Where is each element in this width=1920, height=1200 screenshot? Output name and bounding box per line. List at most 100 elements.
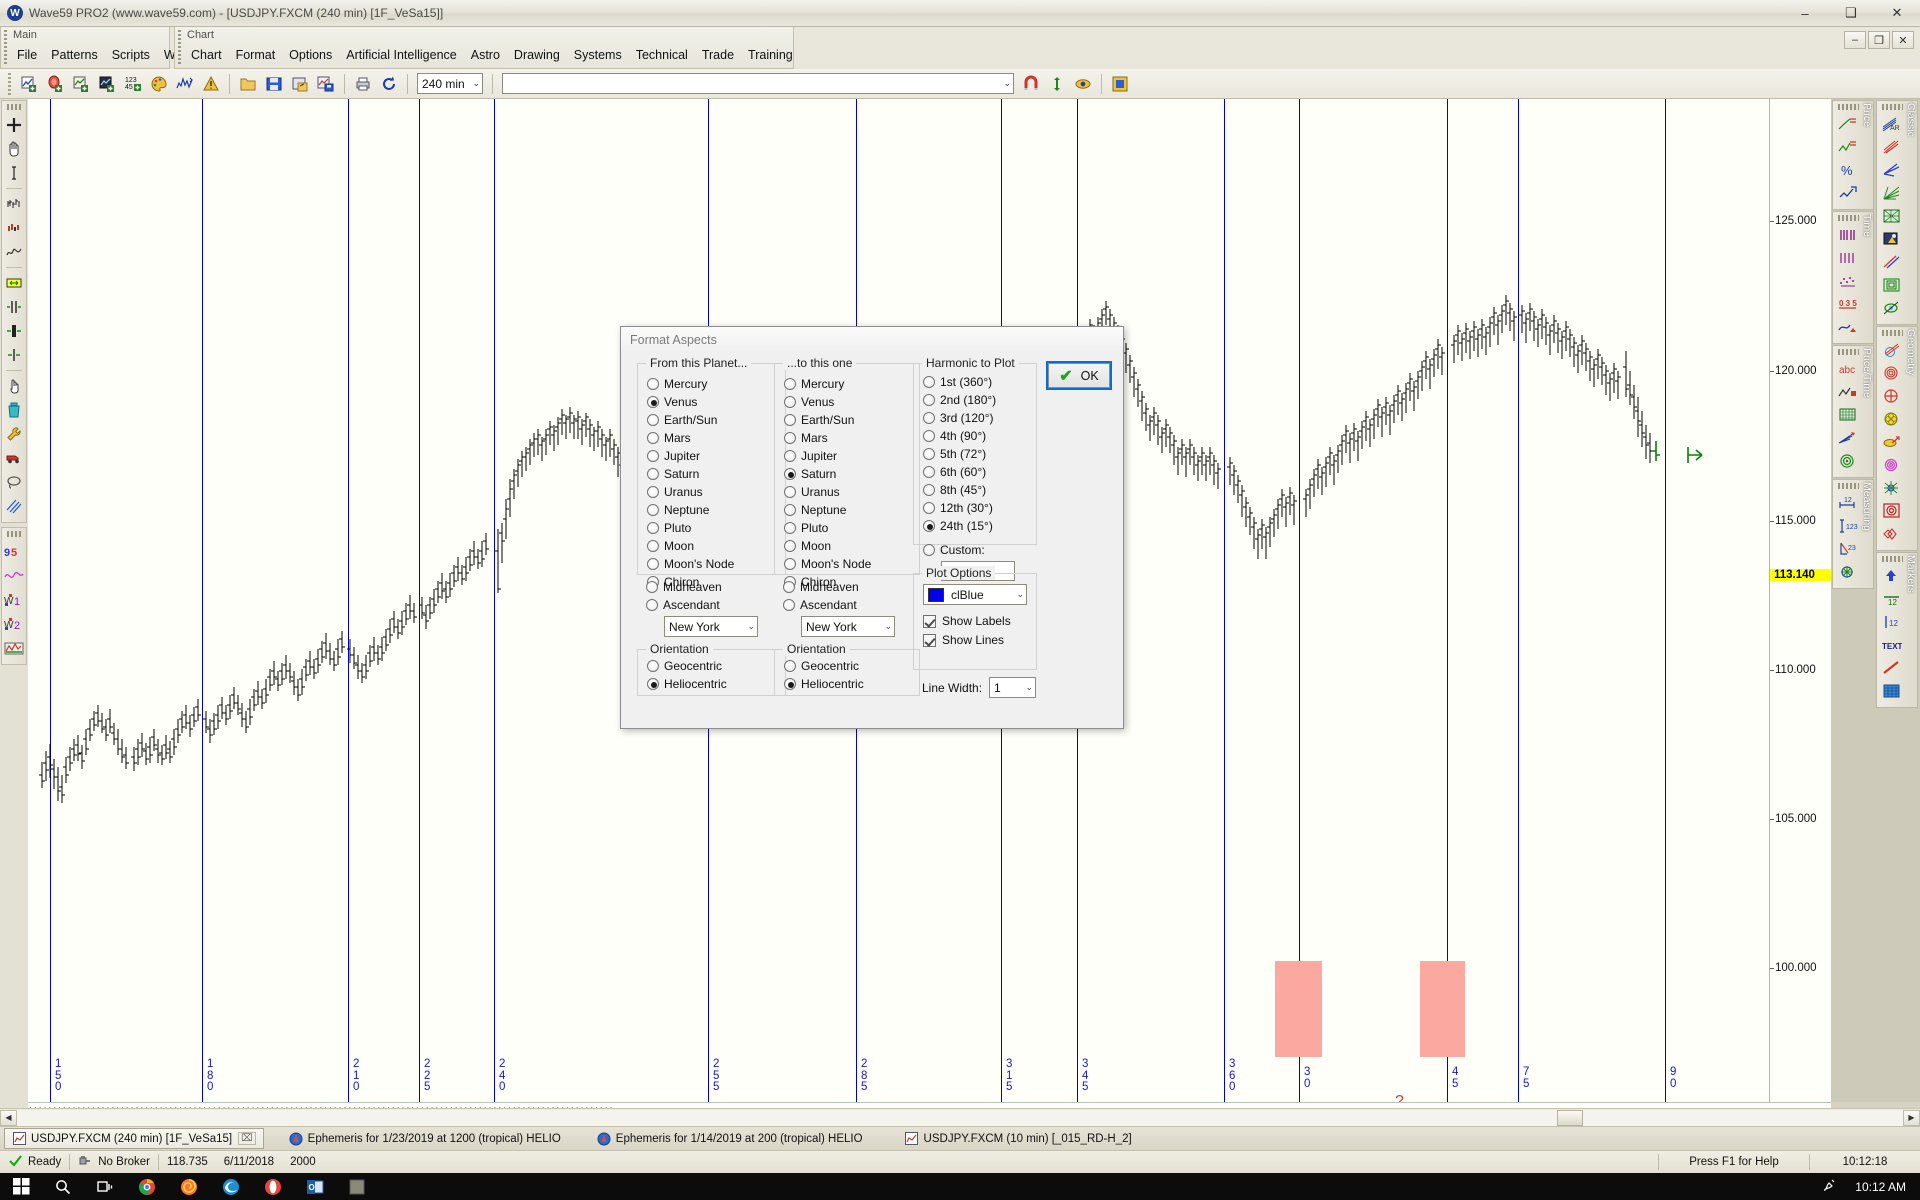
trend-arrow-icon[interactable] <box>1836 181 1860 204</box>
pen-icon[interactable] <box>1821 1177 1837 1196</box>
crosshair-icon[interactable] <box>2 113 26 137</box>
expand-both-icon[interactable] <box>2 295 26 319</box>
show-lines-checkbox[interactable]: Show Lines <box>923 632 1036 648</box>
main-menu-grip[interactable] <box>4 30 7 64</box>
menu-item-format[interactable]: Format <box>229 45 283 65</box>
trash-icon[interactable] <box>2 398 26 422</box>
pink-spiral-icon[interactable] <box>1880 453 1904 476</box>
start-icon[interactable] <box>0 1173 42 1200</box>
eye-icon[interactable] <box>1071 72 1095 96</box>
save-as-icon[interactable] <box>288 72 312 96</box>
to-planet-mercury[interactable]: Mercury <box>784 376 919 392</box>
group-grip[interactable] <box>1838 483 1859 489</box>
mdi-close-button[interactable]: ✕ <box>1892 31 1914 49</box>
price-zigzag-icon[interactable] <box>1836 135 1860 158</box>
save-icon[interactable] <box>262 72 286 96</box>
scrollbar-track[interactable] <box>17 1109 1903 1126</box>
to-planet-neptune[interactable]: Neptune <box>784 502 919 518</box>
magnet-icon[interactable] <box>1019 72 1043 96</box>
star-web-icon[interactable] <box>1880 476 1904 499</box>
nine-five-icon[interactable]: 95 <box>2 540 26 564</box>
new-chart-icon[interactable] <box>17 72 41 96</box>
center-icon[interactable] <box>2 343 26 367</box>
interval-select[interactable]: 240 min ⌄ <box>417 73 483 94</box>
time-curve-icon[interactable] <box>1836 315 1860 338</box>
harmonic-5th[interactable]: 5th (72°) <box>923 446 1036 462</box>
harmonic-2nd[interactable]: 2nd (180°) <box>923 392 1036 408</box>
from-orientation-heliocentric[interactable]: Heliocentric <box>647 676 785 692</box>
concentric-circles-icon[interactable] <box>1880 361 1904 384</box>
group-grip[interactable] <box>1882 556 1903 562</box>
cursor-icon[interactable] <box>2 161 26 185</box>
minimize-button[interactable]: – <box>1782 0 1828 26</box>
from-planet-jupiter[interactable]: Jupiter <box>647 448 785 464</box>
palette-icon[interactable] <box>147 72 171 96</box>
parallel-channel-icon[interactable] <box>1880 250 1904 273</box>
chrome-icon[interactable] <box>126 1173 168 1200</box>
from-ascendant[interactable]: Ascendant <box>646 597 786 613</box>
window-tab-ephemeris-1-23[interactable]: Ephemeris for 1/23/2019 at 1200 (tropica… <box>282 1128 568 1149</box>
ellipse-arrow-icon[interactable] <box>1880 430 1904 453</box>
from-planet-venus[interactable]: Venus <box>647 394 785 410</box>
edge-icon[interactable] <box>210 1173 252 1200</box>
to-midheaven[interactable]: Midheaven <box>783 579 920 595</box>
group-grip[interactable] <box>1838 104 1859 110</box>
to-planet-moons-node[interactable]: Moon's Node <box>784 556 919 572</box>
horizontal-scrollbar[interactable]: ◀ ▶ <box>0 1108 1920 1126</box>
flower-icon[interactable] <box>1880 407 1904 430</box>
search-icon[interactable] <box>42 1173 84 1200</box>
numbers-icon[interactable]: 123 45 <box>121 72 145 96</box>
trendline-icon[interactable] <box>1880 656 1904 679</box>
to-planet-mars[interactable]: Mars <box>784 430 919 446</box>
harmonic-custom[interactable]: Custom: <box>923 542 1036 558</box>
scroll-left-button[interactable]: ◀ <box>0 1109 17 1126</box>
to-planet-moon[interactable]: Moon <box>784 538 919 554</box>
wrench-icon[interactable] <box>2 422 26 446</box>
circles-icon[interactable] <box>1880 338 1904 361</box>
window-tab-usdjpy-10[interactable]: USDJPY.FXCM (10 min) [_015_RD-H_2] <box>898 1128 1139 1149</box>
to-planet-earth-sun[interactable]: Earth/Sun <box>784 412 919 428</box>
speed-lines-icon[interactable] <box>1880 135 1904 158</box>
square-spiral-icon[interactable] <box>1880 273 1904 296</box>
menu-item-astro[interactable]: Astro <box>464 45 507 65</box>
measure-horizontal-icon[interactable]: 12 <box>1836 491 1860 514</box>
mdi-restore-button[interactable]: ❐ <box>1868 31 1890 49</box>
pointer-hand-icon[interactable] <box>2 374 26 398</box>
span-measure-icon[interactable] <box>2 271 26 295</box>
opera-icon[interactable] <box>252 1173 294 1200</box>
from-planet-earth-sun[interactable]: Earth/Sun <box>647 412 785 428</box>
time-lines-icon[interactable] <box>1836 246 1860 269</box>
to-planet-pluto[interactable]: Pluto <box>784 520 919 536</box>
compress-icon[interactable] <box>2 319 26 343</box>
grid-icon[interactable] <box>1836 403 1860 426</box>
copy-chart-icon[interactable] <box>69 72 93 96</box>
refresh-icon[interactable] <box>377 72 401 96</box>
measure-compass-icon[interactable] <box>1836 560 1860 583</box>
show-labels-checkbox[interactable]: Show Labels <box>923 613 1036 629</box>
sine-wave-icon[interactable] <box>2 564 26 588</box>
taskbar-clock[interactable]: 10:12 AM <box>1855 1180 1906 1194</box>
percent-icon[interactable]: % <box>1836 158 1860 181</box>
menu-item-artificial-intelligence[interactable]: Artificial Intelligence <box>339 45 463 65</box>
ok-button[interactable]: ✔ OK <box>1046 361 1112 390</box>
from-city-select[interactable]: New York ⌄ <box>664 616 758 637</box>
harmonic-12th[interactable]: 12th (30°) <box>923 500 1036 516</box>
harmonic-3rd[interactable]: 3rd (120°) <box>923 410 1036 426</box>
w1-icon[interactable]: W1 <box>2 588 26 612</box>
harmonic-8th[interactable]: 8th (45°) <box>923 482 1036 498</box>
measure-left-icon[interactable]: 123 <box>1836 514 1860 537</box>
gann-box-icon[interactable] <box>1880 227 1904 250</box>
menu-item-scripts[interactable]: Scripts <box>105 45 157 65</box>
time-bars-icon[interactable] <box>1836 223 1860 246</box>
to-planet-jupiter[interactable]: Jupiter <box>784 448 919 464</box>
group-grip[interactable] <box>1838 349 1859 355</box>
square-rings-icon[interactable] <box>1880 499 1904 522</box>
from-planet-neptune[interactable]: Neptune <box>647 502 785 518</box>
from-planet-mercury[interactable]: Mercury <box>647 376 785 392</box>
group-grip[interactable] <box>1882 330 1903 336</box>
candle-chart-icon[interactable] <box>2 216 26 240</box>
to-planet-venus[interactable]: Venus <box>784 394 919 410</box>
fan-arrow-icon[interactable] <box>1836 426 1860 449</box>
close-button[interactable]: ✕ <box>1874 0 1920 26</box>
diamonds-icon[interactable] <box>1880 522 1904 545</box>
